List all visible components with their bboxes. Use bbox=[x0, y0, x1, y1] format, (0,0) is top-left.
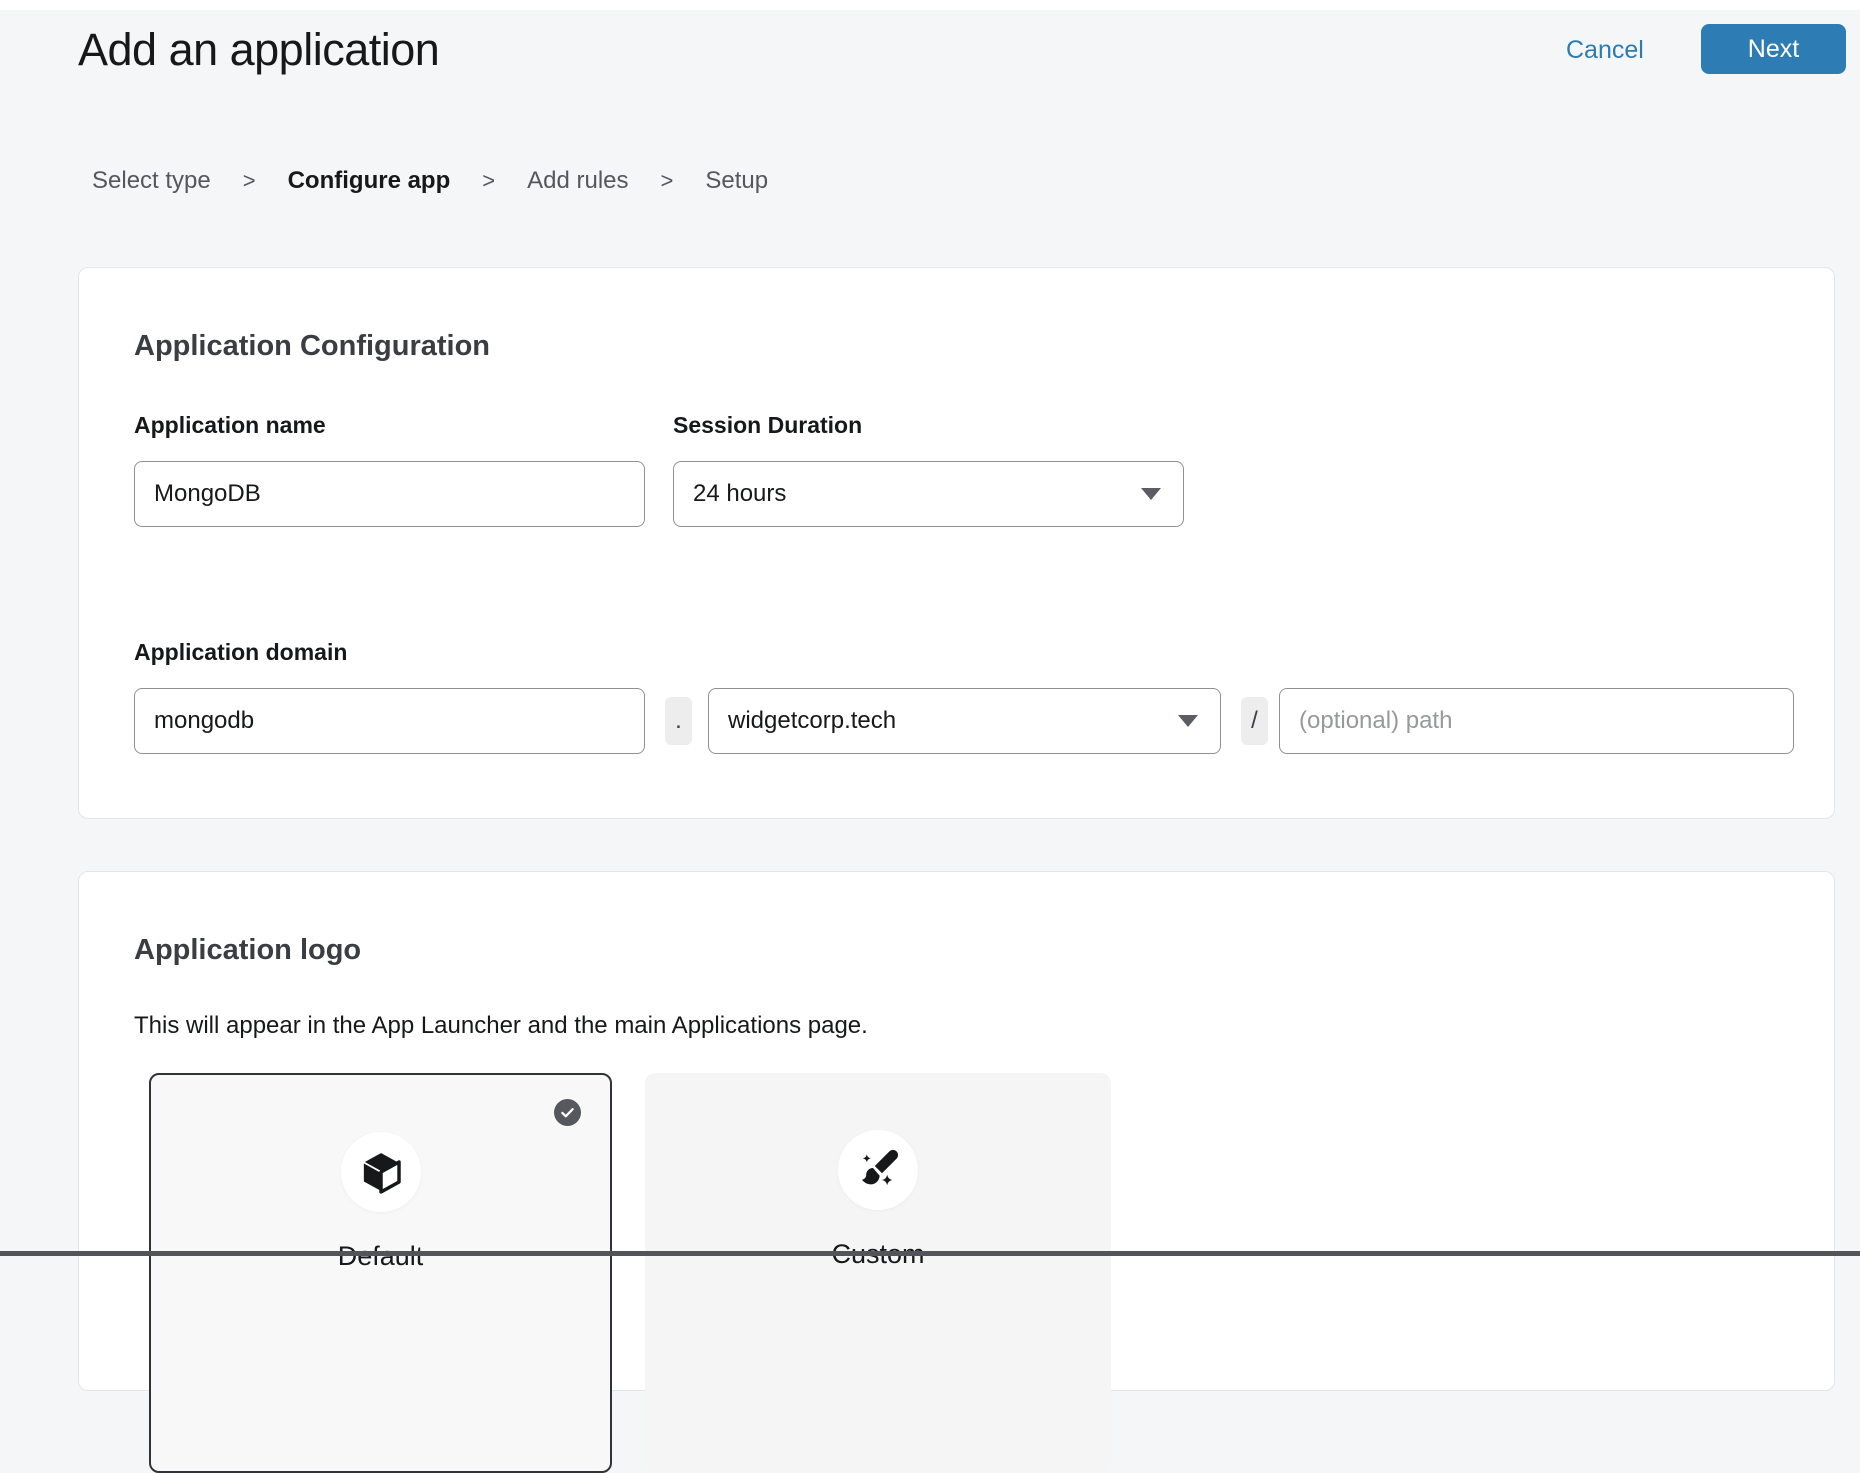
bottom-edge-bar bbox=[0, 1251, 1860, 1256]
chevron-down-icon bbox=[1141, 488, 1161, 500]
paintbrush-icon bbox=[854, 1146, 902, 1194]
application-name-label: Application name bbox=[134, 412, 645, 439]
session-duration-label: Session Duration bbox=[673, 412, 1186, 439]
selected-check-badge bbox=[554, 1099, 581, 1126]
session-duration-value: 24 hours bbox=[693, 480, 1141, 508]
logo-option-label: Default bbox=[151, 1241, 610, 1272]
domain-select-value: widgetcorp.tech bbox=[728, 707, 1178, 735]
next-button[interactable]: Next bbox=[1701, 24, 1846, 74]
configuration-section-title: Application Configuration bbox=[134, 330, 490, 363]
dot-separator: . bbox=[665, 697, 692, 745]
application-logo-card: Application logo This will appear in the… bbox=[78, 871, 1835, 1391]
breadcrumb-separator: > bbox=[482, 168, 495, 194]
step-setup[interactable]: Setup bbox=[705, 167, 768, 195]
subdomain-input[interactable] bbox=[134, 688, 645, 754]
application-configuration-card: Application Configuration Application na… bbox=[78, 267, 1835, 819]
cancel-button[interactable]: Cancel bbox=[1566, 36, 1644, 65]
breadcrumb: Select type > Configure app > Add rules … bbox=[92, 167, 768, 195]
domain-select[interactable]: widgetcorp.tech bbox=[708, 688, 1221, 754]
step-add-rules[interactable]: Add rules bbox=[527, 167, 628, 195]
breadcrumb-separator: > bbox=[243, 168, 256, 194]
top-strip bbox=[0, 0, 1860, 10]
slash-separator: / bbox=[1241, 697, 1268, 745]
check-icon bbox=[560, 1105, 575, 1120]
logo-section-title: Application logo bbox=[134, 934, 361, 967]
path-input[interactable] bbox=[1279, 688, 1794, 754]
logo-options: Default Custom bbox=[149, 1073, 1111, 1473]
logo-option-custom[interactable]: Custom bbox=[645, 1073, 1111, 1473]
session-duration-select[interactable]: 24 hours bbox=[673, 461, 1184, 527]
page-title: Add an application bbox=[78, 24, 439, 76]
application-domain-label: Application domain bbox=[134, 639, 1794, 666]
custom-logo-circle bbox=[838, 1130, 918, 1210]
cube-icon bbox=[358, 1149, 404, 1195]
step-select-type[interactable]: Select type bbox=[92, 167, 211, 195]
chevron-down-icon bbox=[1178, 715, 1198, 727]
application-domain-row: . widgetcorp.tech / bbox=[134, 688, 1794, 754]
application-name-input[interactable] bbox=[134, 461, 645, 527]
logo-option-default[interactable]: Default bbox=[149, 1073, 612, 1473]
step-configure-app[interactable]: Configure app bbox=[288, 167, 451, 195]
logo-description: This will appear in the App Launcher and… bbox=[134, 1012, 868, 1040]
breadcrumb-separator: > bbox=[661, 168, 674, 194]
default-logo-circle bbox=[341, 1132, 421, 1212]
